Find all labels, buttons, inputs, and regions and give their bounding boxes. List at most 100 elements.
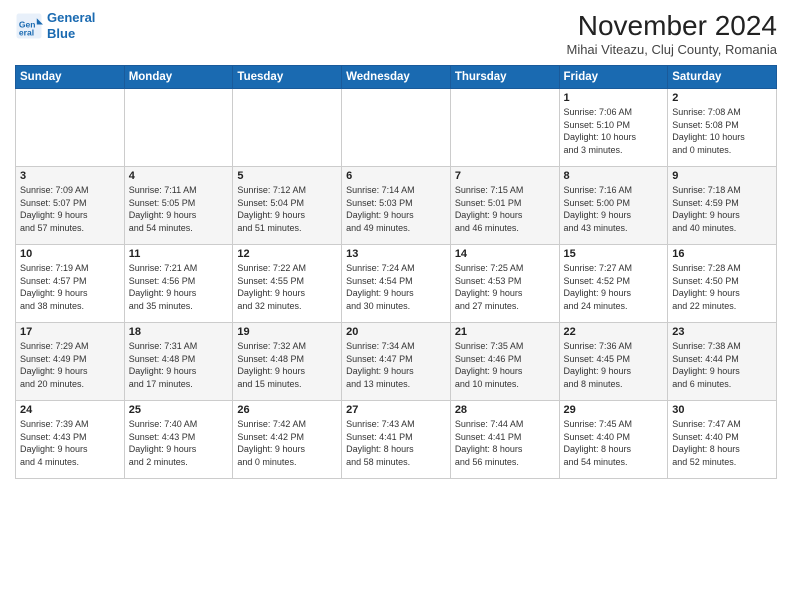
- day-info: Sunrise: 7:08 AM Sunset: 5:08 PM Dayligh…: [672, 106, 772, 156]
- day-cell-2-2: 4 Sunrise: 7:11 AM Sunset: 5:05 PM Daylig…: [124, 167, 233, 245]
- day-info: Sunrise: 7:12 AM Sunset: 5:04 PM Dayligh…: [237, 184, 337, 234]
- day-info: Sunrise: 7:38 AM Sunset: 4:44 PM Dayligh…: [672, 340, 772, 390]
- day-info: Sunrise: 7:19 AM Sunset: 4:57 PM Dayligh…: [20, 262, 120, 312]
- day-info: Sunrise: 7:18 AM Sunset: 4:59 PM Dayligh…: [672, 184, 772, 234]
- day-cell-2-1: 3 Sunrise: 7:09 AM Sunset: 5:07 PM Daylig…: [16, 167, 125, 245]
- day-cell-1-2: [124, 89, 233, 167]
- day-number: 28: [455, 404, 555, 416]
- day-info: Sunrise: 7:11 AM Sunset: 5:05 PM Dayligh…: [129, 184, 229, 234]
- week-row-1: 1 Sunrise: 7:06 AM Sunset: 5:10 PM Daylig…: [16, 89, 777, 167]
- day-cell-4-6: 22 Sunrise: 7:36 AM Sunset: 4:45 PM Dayli…: [559, 323, 668, 401]
- day-info: Sunrise: 7:16 AM Sunset: 5:00 PM Dayligh…: [564, 184, 664, 234]
- svg-text:eral: eral: [19, 27, 34, 37]
- day-cell-4-3: 19Sunrise: 7:32 AM Sunset: 4:48 PM Dayli…: [233, 323, 342, 401]
- header-row: Sunday Monday Tuesday Wednesday Thursday…: [16, 66, 777, 89]
- day-cell-1-1: [16, 89, 125, 167]
- day-cell-5-3: 26 Sunrise: 7:42 AM Sunset: 4:42 PM Dayli…: [233, 401, 342, 479]
- location: Mihai Viteazu, Cluj County, Romania: [566, 42, 777, 57]
- day-cell-3-2: 11 Sunrise: 7:21 AM Sunset: 4:56 PM Dayli…: [124, 245, 233, 323]
- day-cell-2-4: 6 Sunrise: 7:14 AM Sunset: 5:03 PM Daylig…: [342, 167, 451, 245]
- day-number: 21: [455, 326, 555, 338]
- day-info: Sunrise: 7:27 AM Sunset: 4:52 PM Dayligh…: [564, 262, 664, 312]
- day-cell-4-5: 21Sunrise: 7:35 AM Sunset: 4:46 PM Dayli…: [450, 323, 559, 401]
- col-tuesday: Tuesday: [233, 66, 342, 89]
- day-info: Sunrise: 7:47 AM Sunset: 4:40 PM Dayligh…: [672, 418, 772, 468]
- col-sunday: Sunday: [16, 66, 125, 89]
- day-number: 6: [346, 170, 446, 182]
- day-cell-3-4: 13Sunrise: 7:24 AM Sunset: 4:54 PM Dayli…: [342, 245, 451, 323]
- day-cell-5-1: 24Sunrise: 7:39 AM Sunset: 4:43 PM Dayli…: [16, 401, 125, 479]
- day-info: Sunrise: 7:06 AM Sunset: 5:10 PM Dayligh…: [564, 106, 664, 156]
- day-cell-3-6: 15 Sunrise: 7:27 AM Sunset: 4:52 PM Dayli…: [559, 245, 668, 323]
- day-cell-1-5: [450, 89, 559, 167]
- day-info: Sunrise: 7:36 AM Sunset: 4:45 PM Dayligh…: [564, 340, 664, 390]
- day-cell-2-3: 5 Sunrise: 7:12 AM Sunset: 5:04 PM Daylig…: [233, 167, 342, 245]
- day-number: 29: [564, 404, 664, 416]
- week-row-2: 3 Sunrise: 7:09 AM Sunset: 5:07 PM Daylig…: [16, 167, 777, 245]
- day-info: Sunrise: 7:09 AM Sunset: 5:07 PM Dayligh…: [20, 184, 120, 234]
- day-info: Sunrise: 7:21 AM Sunset: 4:56 PM Dayligh…: [129, 262, 229, 312]
- day-number: 27: [346, 404, 446, 416]
- day-info: Sunrise: 7:40 AM Sunset: 4:43 PM Dayligh…: [129, 418, 229, 468]
- day-info: Sunrise: 7:22 AM Sunset: 4:55 PM Dayligh…: [237, 262, 337, 312]
- day-cell-2-6: 8 Sunrise: 7:16 AM Sunset: 5:00 PM Daylig…: [559, 167, 668, 245]
- col-saturday: Saturday: [668, 66, 777, 89]
- day-number: 22: [564, 326, 664, 338]
- day-number: 15: [564, 248, 664, 260]
- col-friday: Friday: [559, 66, 668, 89]
- day-number: 11: [129, 248, 229, 260]
- day-cell-1-6: 1 Sunrise: 7:06 AM Sunset: 5:10 PM Daylig…: [559, 89, 668, 167]
- day-number: 20: [346, 326, 446, 338]
- day-info: Sunrise: 7:44 AM Sunset: 4:41 PM Dayligh…: [455, 418, 555, 468]
- day-info: Sunrise: 7:28 AM Sunset: 4:50 PM Dayligh…: [672, 262, 772, 312]
- day-cell-4-7: 23 Sunrise: 7:38 AM Sunset: 4:44 PM Dayli…: [668, 323, 777, 401]
- day-number: 10: [20, 248, 120, 260]
- day-number: 13: [346, 248, 446, 260]
- day-cell-4-2: 18 Sunrise: 7:31 AM Sunset: 4:48 PM Dayli…: [124, 323, 233, 401]
- day-cell-5-4: 27 Sunrise: 7:43 AM Sunset: 4:41 PM Dayli…: [342, 401, 451, 479]
- day-number: 8: [564, 170, 664, 182]
- day-number: 3: [20, 170, 120, 182]
- day-number: 2: [672, 92, 772, 104]
- day-number: 5: [237, 170, 337, 182]
- col-monday: Monday: [124, 66, 233, 89]
- day-number: 25: [129, 404, 229, 416]
- day-info: Sunrise: 7:31 AM Sunset: 4:48 PM Dayligh…: [129, 340, 229, 390]
- day-number: 4: [129, 170, 229, 182]
- logo-text: General Blue: [47, 10, 95, 41]
- day-info: Sunrise: 7:39 AM Sunset: 4:43 PM Dayligh…: [20, 418, 120, 468]
- day-number: 7: [455, 170, 555, 182]
- logo-icon: Gen eral: [15, 12, 43, 40]
- day-number: 23: [672, 326, 772, 338]
- day-number: 30: [672, 404, 772, 416]
- day-number: 17: [20, 326, 120, 338]
- day-cell-1-3: [233, 89, 342, 167]
- week-row-4: 17 Sunrise: 7:29 AM Sunset: 4:49 PM Dayli…: [16, 323, 777, 401]
- day-cell-5-2: 25 Sunrise: 7:40 AM Sunset: 4:43 PM Dayli…: [124, 401, 233, 479]
- day-info: Sunrise: 7:43 AM Sunset: 4:41 PM Dayligh…: [346, 418, 446, 468]
- day-cell-5-5: 28 Sunrise: 7:44 AM Sunset: 4:41 PM Dayli…: [450, 401, 559, 479]
- day-info: Sunrise: 7:29 AM Sunset: 4:49 PM Dayligh…: [20, 340, 120, 390]
- day-number: 1: [564, 92, 664, 104]
- day-cell-1-4: [342, 89, 451, 167]
- day-info: Sunrise: 7:42 AM Sunset: 4:42 PM Dayligh…: [237, 418, 337, 468]
- day-number: 9: [672, 170, 772, 182]
- day-number: 18: [129, 326, 229, 338]
- day-cell-4-4: 20 Sunrise: 7:34 AM Sunset: 4:47 PM Dayli…: [342, 323, 451, 401]
- day-info: Sunrise: 7:14 AM Sunset: 5:03 PM Dayligh…: [346, 184, 446, 234]
- logo: Gen eral General Blue: [15, 10, 95, 41]
- col-wednesday: Wednesday: [342, 66, 451, 89]
- day-cell-3-1: 10 Sunrise: 7:19 AM Sunset: 4:57 PM Dayli…: [16, 245, 125, 323]
- day-cell-4-1: 17 Sunrise: 7:29 AM Sunset: 4:49 PM Dayli…: [16, 323, 125, 401]
- calendar: Sunday Monday Tuesday Wednesday Thursday…: [15, 65, 777, 479]
- header: Gen eral General Blue November 2024 Miha…: [15, 10, 777, 57]
- day-cell-1-7: 2 Sunrise: 7:08 AM Sunset: 5:08 PM Daylig…: [668, 89, 777, 167]
- day-info: Sunrise: 7:34 AM Sunset: 4:47 PM Dayligh…: [346, 340, 446, 390]
- title-block: November 2024 Mihai Viteazu, Cluj County…: [566, 10, 777, 57]
- day-number: 26: [237, 404, 337, 416]
- day-number: 19: [237, 326, 337, 338]
- day-info: Sunrise: 7:15 AM Sunset: 5:01 PM Dayligh…: [455, 184, 555, 234]
- day-number: 12: [237, 248, 337, 260]
- day-cell-3-5: 14Sunrise: 7:25 AM Sunset: 4:53 PM Dayli…: [450, 245, 559, 323]
- page: Gen eral General Blue November 2024 Miha…: [0, 0, 792, 612]
